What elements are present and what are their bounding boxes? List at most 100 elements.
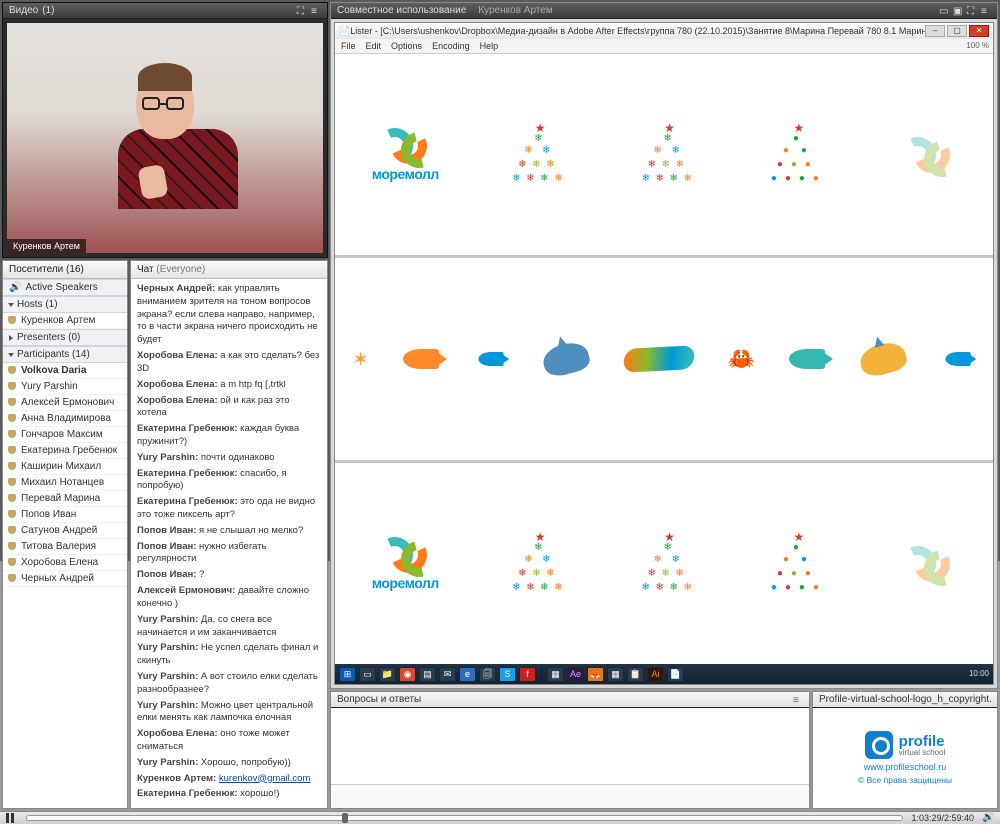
chat-message: Куренков Артем: kurenkov@gmail.com: [137, 773, 321, 786]
taskbar-app[interactable]: 🗐: [479, 667, 496, 682]
seek-track[interactable]: [26, 815, 903, 821]
taskbar-chrome[interactable]: ◉: [399, 667, 416, 682]
participant-item[interactable]: Черных Андрей: [3, 571, 127, 587]
chat-message: Екатерина Гребенюк: хорошо!): [137, 788, 321, 801]
taskbar-app[interactable]: ✉: [439, 667, 456, 682]
shared-window: 📄 Lister - [C:\Users\ushenkov\Dropbox\Ме…: [334, 22, 994, 685]
share-titlebar: Совместное использование Куренков Артем …: [331, 3, 997, 19]
chat-message: Попов Иван: я не слышал но мелко?: [137, 525, 321, 538]
participant-item[interactable]: Титова Валерия: [3, 539, 127, 555]
moremoll-logo: моремолл: [372, 537, 439, 591]
canvas-row: моремолл ❄❄❄❄❄❄❄❄❄❄ ❄❄❄❄❄❄❄❄❄❄ ●●●●●●●●●…: [335, 463, 993, 664]
chevron-down-icon: [8, 353, 14, 357]
fullscreen-icon[interactable]: ⛶: [297, 6, 307, 16]
participant-item[interactable]: Хоробова Елена: [3, 555, 127, 571]
group-presenters[interactable]: Presenters (0): [3, 329, 127, 346]
video-title: Видео: [9, 5, 38, 16]
video-panel: Видео (1) ⛶ ≡ Куренков Артем: [2, 2, 328, 258]
taskbar-app[interactable]: ▦: [607, 667, 624, 682]
taskbar-firefox[interactable]: 🦊: [587, 667, 604, 682]
taskbar-app[interactable]: ▭: [359, 667, 376, 682]
profile-copyright: © Все права защищены: [858, 775, 952, 785]
share-body: 📄 Lister - [C:\Users\ushenkov\Dropbox\Ме…: [331, 19, 997, 688]
maximize-button[interactable]: ▢: [947, 25, 967, 37]
presenter-figure: [118, 69, 213, 242]
tree-graphic-dots: ●●●●●●●●●●: [771, 127, 827, 183]
fish-graphic: [789, 349, 825, 369]
participant-item[interactable]: Каширин Михаил: [3, 459, 127, 475]
menu-options[interactable]: Options: [391, 41, 422, 51]
share-panel: Совместное использование Куренков Артем …: [330, 2, 998, 689]
moremoll-logo: [900, 546, 956, 582]
volume-icon[interactable]: 🔊: [982, 812, 994, 824]
tree-graphic-dots: ●●●●●●●●●●: [771, 536, 827, 592]
tree-graphic: ❄❄❄❄❄❄❄❄❄❄: [512, 127, 568, 183]
participant-item[interactable]: Попов Иван: [3, 507, 127, 523]
menu-edit[interactable]: Edit: [366, 41, 382, 51]
dolphin-graphic: [540, 339, 592, 380]
participant-item[interactable]: Михаил Нотанцев: [3, 475, 127, 491]
windows-taskbar: ⊞ ▭ 📁 ◉ ▤ ✉ e 🗐 S f ▦ Ae: [335, 664, 993, 684]
fish-graphic: [479, 352, 504, 366]
group-active-speakers[interactable]: 🔊Active Speakers: [3, 279, 127, 296]
seek-thumb[interactable]: [342, 813, 348, 823]
share-opt1-icon[interactable]: ▭: [939, 6, 949, 16]
participant-item[interactable]: Сатунов Андрей: [3, 523, 127, 539]
right-column: Совместное использование Куренков Артем …: [330, 2, 998, 809]
participant-item[interactable]: Гончаров Максим: [3, 427, 127, 443]
taskbar-flash[interactable]: f: [519, 667, 536, 682]
file-title: Profile-virtual-school-logo_h_copyright.…: [813, 692, 997, 708]
taskbar-ae[interactable]: Ae: [567, 667, 584, 682]
panel-menu-icon[interactable]: ≡: [981, 6, 991, 16]
fullscreen-icon[interactable]: ⛶: [967, 6, 977, 16]
qa-title: Вопросы и ответы ≡: [331, 692, 809, 708]
qa-input[interactable]: [331, 784, 809, 808]
moremoll-logo: [900, 137, 956, 173]
participant-item[interactable]: Volkova Daria: [3, 363, 127, 379]
panel-menu-icon[interactable]: ≡: [793, 695, 803, 705]
participant-item[interactable]: Анна Владимирова: [3, 411, 127, 427]
taskbar-app[interactable]: ▤: [419, 667, 436, 682]
taskbar-ie[interactable]: e: [459, 667, 476, 682]
taskbar-ai[interactable]: Ai: [647, 667, 664, 682]
crab-graphic: 🦀: [728, 346, 755, 372]
taskbar-app[interactable]: 📁: [379, 667, 396, 682]
pause-button[interactable]: [6, 812, 18, 824]
attendees-panel: Посетители (16) 🔊Active Speakers Hosts (…: [2, 260, 128, 809]
canvas-row: моремолл ❄❄❄❄❄❄❄❄❄❄ ❄❄❄❄❄❄❄❄❄❄ ●●●●●●●●●…: [335, 54, 993, 258]
minimize-button[interactable]: –: [925, 25, 945, 37]
chat-message: Екатерина Гребенюк: каждая буква пружини…: [137, 423, 321, 449]
file-preview: profilevirtual school www.profileschool.…: [813, 708, 997, 808]
close-button[interactable]: ✕: [969, 25, 989, 37]
participant-item[interactable]: Yury Parshin: [3, 379, 127, 395]
menu-help[interactable]: Help: [480, 41, 499, 51]
start-button[interactable]: ⊞: [339, 667, 356, 682]
canvas-row: ✶ 🦀: [335, 258, 993, 462]
chat-message: Yury Parshin: Хорошо, попробую)): [137, 757, 321, 770]
participant-item[interactable]: Алексей Ермонович: [3, 395, 127, 411]
taskbar-skype[interactable]: S: [499, 667, 516, 682]
group-participants[interactable]: Participants (14): [3, 346, 127, 363]
lower-right: Вопросы и ответы ≡ Profile-virtual-schoo…: [330, 691, 998, 809]
taskbar-app[interactable]: 📄: [667, 667, 684, 682]
attendees-title: Посетители (16): [3, 261, 127, 279]
window-menubar: FileEditOptionsEncodingHelp100 %: [335, 39, 993, 54]
taskbar-app[interactable]: 📋: [627, 667, 644, 682]
host-item[interactable]: Куренков Артем: [3, 313, 127, 329]
taskbar-clock[interactable]: 10:00: [969, 667, 989, 682]
taskbar-app[interactable]: ▦: [547, 667, 564, 682]
share-opt2-icon[interactable]: ▣: [953, 6, 963, 16]
participant-item[interactable]: Екатерина Гребенюк: [3, 443, 127, 459]
fish-graphic: [945, 352, 970, 366]
moremoll-logo: моремолл: [372, 128, 439, 182]
participant-item[interactable]: Перевай Марина: [3, 491, 127, 507]
group-hosts[interactable]: Hosts (1): [3, 296, 127, 313]
chat-message: Хоробова Елена: а как это сделать? без 3…: [137, 350, 321, 376]
qa-panel: Вопросы и ответы ≡: [330, 691, 810, 809]
tree-graphic: ❄❄❄❄❄❄❄❄❄❄: [512, 536, 568, 592]
menu-encoding[interactable]: Encoding: [432, 41, 470, 51]
menu-file[interactable]: File: [341, 41, 356, 51]
panel-menu-icon[interactable]: ≡: [311, 6, 321, 16]
video-count: (1): [42, 5, 54, 16]
chat-body[interactable]: Черных Андрей: как управлять вниманием з…: [131, 279, 327, 808]
